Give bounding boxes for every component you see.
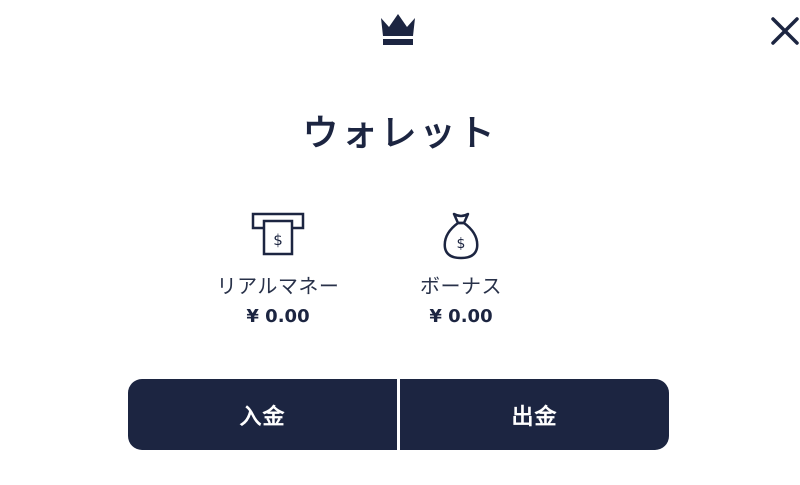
withdraw-button[interactable]: 出金 <box>400 379 669 450</box>
money-bag-icon: $ <box>443 212 479 260</box>
atm-cash-icon: $ <box>251 212 305 256</box>
page-title: ウォレット <box>302 113 498 154</box>
deposit-button[interactable]: 入金 <box>128 379 397 450</box>
svg-text:$: $ <box>273 231 283 249</box>
svg-text:$: $ <box>457 236 466 252</box>
bonus-amount: ¥ 0.00 <box>429 306 493 327</box>
real-money-balance: $ リアルマネー ¥ 0.00 <box>188 208 368 327</box>
bonus-balance: $ ボーナス ¥ 0.00 <box>371 208 551 327</box>
real-money-amount: ¥ 0.00 <box>246 306 310 327</box>
wallet-actions: 入金 出金 <box>128 379 669 450</box>
bonus-label: ボーナス <box>420 274 502 298</box>
close-button[interactable] <box>768 14 800 48</box>
real-money-label: リアルマネー <box>216 274 340 298</box>
close-icon <box>771 17 799 45</box>
crown-icon <box>379 12 417 46</box>
